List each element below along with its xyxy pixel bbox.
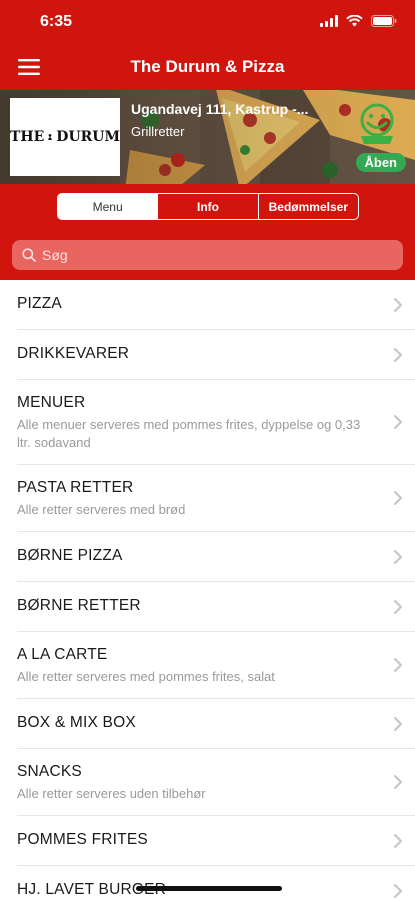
list-item-pommes-frites[interactable]: POMMES FRITES [17,816,415,866]
list-item-box-mix-box[interactable]: BOX & MIX BOX [17,699,415,749]
list-item-a-la-carte[interactable]: A LA CARTE Alle retter serveres med pomm… [17,632,415,699]
list-item-title: SNACKS [17,763,82,780]
logo-text-right: DURUM [56,129,120,145]
restaurant-banner: THE DURUM Ugandavej 111, Kastrup -... Gr… [0,90,415,184]
tab-reviews[interactable]: Bedømmelser [259,194,358,219]
chevron-right-icon [394,491,402,505]
status-bar: 6:35 [0,0,415,44]
list-item-title: PIZZA [17,295,62,312]
list-item-subtitle: Alle retter serveres uden tilbehør [17,786,206,801]
search-section [0,232,415,280]
list-item-title: BØRNE RETTER [17,597,141,614]
battery-icon [371,15,397,27]
status-icons [320,15,397,27]
tab-info[interactable]: Info [158,194,259,219]
restaurant-address: Ugandavej 111, Kastrup -... [131,101,309,117]
list-item-boerne-pizza[interactable]: BØRNE PIZZA [17,532,415,582]
list-item-hj-lavet-burger[interactable]: HJ. LAVET BURGER [17,866,415,900]
list-item-title: PASTA RETTER [17,479,134,496]
tab-bar: Menu Info Bedømmelser [0,184,415,232]
logo-text-left: THE [10,129,45,145]
status-time: 6:35 [40,13,73,30]
chevron-right-icon [394,716,402,731]
list-item-subtitle: Alle menuer serveres med pommes frites, … [17,417,361,450]
list-item-drikkevarer[interactable]: DRIKKEVARER [17,330,415,380]
navigation-bar: The Durum & Pizza [0,44,415,90]
chevron-right-icon [394,599,402,614]
list-item-subtitle: Alle retter serveres med pommes frites, … [17,669,275,684]
list-item-boerne-retter[interactable]: BØRNE RETTER [17,582,415,632]
chevron-right-icon [394,658,402,672]
list-item-title: MENUER [17,394,86,411]
tab-menu[interactable]: Menu [58,194,159,219]
list-item-pizza[interactable]: PIZZA [17,280,415,330]
chevron-right-icon [394,347,402,362]
list-item-menuer[interactable]: MENUER Alle menuer serveres med pommes f… [17,380,415,465]
search-icon [22,248,36,262]
chevron-right-icon [394,415,402,429]
search-input[interactable] [42,247,382,263]
list-item-title: DRIKKEVARER [17,345,130,362]
page-title: The Durum & Pizza [130,57,285,76]
signal-icon [320,15,338,27]
list-item-title: BOX & MIX BOX [17,714,136,731]
smiley-icon [360,103,394,144]
wifi-icon [346,15,363,27]
chevron-right-icon [394,884,402,898]
chef-silhouette-icon [48,134,52,141]
segmented-control: Menu Info Bedømmelser [57,193,359,220]
restaurant-category: Grillretter [131,124,185,139]
list-item-subtitle: Alle retter serveres med brød [17,502,186,517]
chevron-right-icon [394,549,402,564]
list-item-title: POMMES FRITES [17,831,148,848]
menu-category-list: PIZZA DRIKKEVARER MENUER Alle menuer ser… [0,280,415,900]
chevron-right-icon [394,833,402,848]
list-item-snacks[interactable]: SNACKS Alle retter serveres uden tilbehø… [17,749,415,816]
chevron-right-icon [394,775,402,789]
open-status-badge: Åben [355,153,406,172]
search-bar[interactable] [12,240,403,270]
home-indicator[interactable] [136,886,282,891]
chevron-right-icon [394,297,402,312]
list-item-title: A LA CARTE [17,646,108,663]
restaurant-logo: THE DURUM [10,98,120,176]
list-item-title: BØRNE PIZZA [17,547,123,564]
list-item-pasta-retter[interactable]: PASTA RETTER Alle retter serveres med br… [17,465,415,532]
